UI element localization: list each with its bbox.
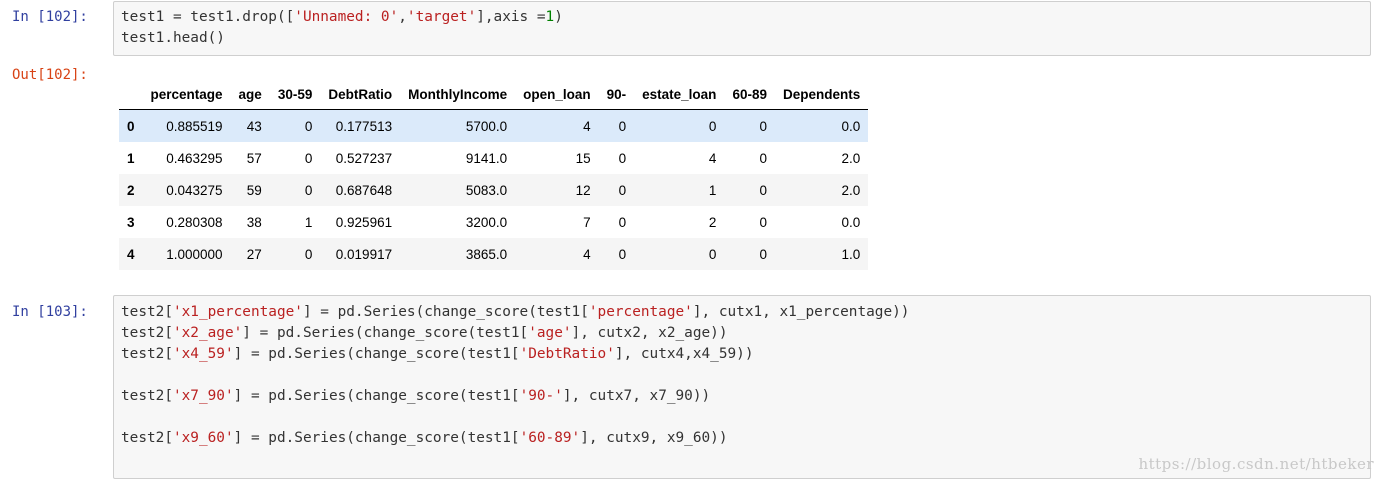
cell: 2.0 — [841, 182, 861, 198]
cell: 0.280308 — [166, 214, 223, 230]
column-header: 30-59 — [269, 79, 321, 110]
code-line-5: test2['x7_90'] = pd.Series(change_score(… — [121, 388, 711, 404]
cell: 7 — [583, 214, 591, 230]
column-header: age — [230, 79, 270, 110]
cell: 4 — [583, 118, 591, 134]
watermark: https://blog.csdn.net/htbeker — [1138, 455, 1374, 473]
cell: 0 — [304, 246, 313, 262]
row-index: 3 — [127, 214, 135, 230]
cell: 38 — [246, 214, 262, 230]
cell: 1.000000 — [166, 246, 223, 262]
cell: 0 — [618, 150, 627, 166]
code-line-1: test2['x1_percentage'] = pd.Series(chang… — [121, 304, 910, 320]
code-line-2: test1.head() — [121, 30, 225, 46]
cell: 4 — [708, 150, 717, 166]
cell: 0.0 — [841, 214, 861, 230]
cell: 0 — [304, 150, 313, 166]
code-editor[interactable]: test2['x1_percentage'] = pd.Series(chang… — [114, 296, 1370, 449]
cell: 4 — [583, 246, 591, 262]
cell: 0.0 — [841, 118, 861, 134]
cell: 0 — [759, 182, 767, 198]
table-header-row: percentage age 30-59 DebtRatio MonthlyIn… — [119, 79, 869, 110]
code-line-3: test2['x4_59'] = pd.Series(change_score(… — [121, 346, 754, 362]
cell: 5083.0 — [465, 182, 508, 198]
cell: 5700.0 — [465, 118, 508, 134]
cell: 57 — [246, 150, 262, 166]
cell: 0 — [304, 182, 313, 198]
cell: 59 — [246, 182, 262, 198]
cell: 0.885519 — [166, 118, 223, 134]
cell: 0 — [304, 118, 313, 134]
cell: 0 — [759, 246, 767, 262]
cell: 2 — [708, 214, 717, 230]
cell: 3200.0 — [465, 214, 508, 230]
cell: 0 — [618, 118, 627, 134]
cell: 0.527237 — [335, 150, 393, 166]
table-row: 3 0.280308 38 1 0.925961 3200.0 7 0 2 0 … — [119, 206, 868, 238]
row-index: 4 — [127, 246, 135, 262]
column-header: open_loan — [515, 79, 599, 110]
cell: 1 — [708, 182, 717, 198]
cell: 0 — [759, 150, 767, 166]
cell: 0.925961 — [335, 214, 393, 230]
cell: 12 — [575, 182, 591, 198]
cell: 0.687648 — [335, 182, 393, 198]
row-index: 1 — [127, 150, 135, 166]
cell: 0.019917 — [335, 246, 393, 262]
cell: 0.043275 — [166, 182, 223, 198]
cell: 15 — [575, 150, 591, 166]
code-cell-102[interactable]: test1 = test1.drop(['Unnamed: 0','target… — [113, 1, 1371, 56]
cell: 43 — [246, 118, 262, 134]
table-row: 2 0.043275 59 0 0.687648 5083.0 12 0 1 0… — [119, 174, 869, 206]
column-header: Dependents — [774, 79, 869, 110]
cell: 0 — [708, 246, 717, 262]
cell: 3865.0 — [465, 246, 508, 262]
code-line-1: test1 = test1.drop(['Unnamed: 0','target… — [121, 9, 563, 25]
column-header: 90- — [598, 79, 635, 110]
cell: 0 — [618, 182, 627, 198]
code-line-7: test2['x9_60'] = pd.Series(change_score(… — [121, 430, 728, 446]
cell: 0.463295 — [166, 150, 223, 166]
code-editor[interactable]: test1 = test1.drop(['Unnamed: 0','target… — [114, 2, 1370, 49]
cell: 1 — [304, 214, 313, 230]
column-header: percentage — [142, 79, 231, 110]
cell: 9141.0 — [465, 150, 508, 166]
cell: 1.0 — [841, 246, 861, 262]
column-header: 60-89 — [724, 79, 775, 110]
cell: 0 — [759, 118, 767, 134]
output-prompt-102: Out[102]: — [12, 67, 88, 83]
cell: 0 — [618, 214, 627, 230]
cell: 0 — [618, 246, 627, 262]
table-row: 1 0.463295 57 0 0.527237 9141.0 15 0 4 0… — [119, 142, 868, 174]
column-header: estate_loan — [634, 79, 725, 110]
dataframe-table: percentage age 30-59 DebtRatio MonthlyIn… — [119, 79, 869, 270]
row-index: 2 — [127, 182, 135, 198]
input-prompt-102: In [102]: — [12, 9, 88, 25]
index-header — [119, 79, 143, 110]
column-header: DebtRatio — [320, 79, 401, 110]
code-line-2: test2['x2_age'] = pd.Series(change_score… — [121, 325, 728, 341]
cell: 2.0 — [841, 150, 861, 166]
column-header: MonthlyIncome — [400, 79, 516, 110]
table-row: 4 1.000000 27 0 0.019917 3865.0 4 0 0 0 … — [119, 238, 869, 270]
cell: 0.177513 — [335, 118, 393, 134]
cell: 27 — [246, 246, 262, 262]
row-index: 0 — [127, 118, 135, 134]
table-row: 0 0.885519 43 0 0.177513 5700.0 4 0 0 0 … — [119, 109, 869, 142]
input-prompt-103: In [103]: — [12, 304, 88, 320]
cell: 0 — [708, 118, 717, 134]
cell: 0 — [759, 214, 767, 230]
code-cell-103[interactable]: test2['x1_percentage'] = pd.Series(chang… — [113, 295, 1371, 479]
